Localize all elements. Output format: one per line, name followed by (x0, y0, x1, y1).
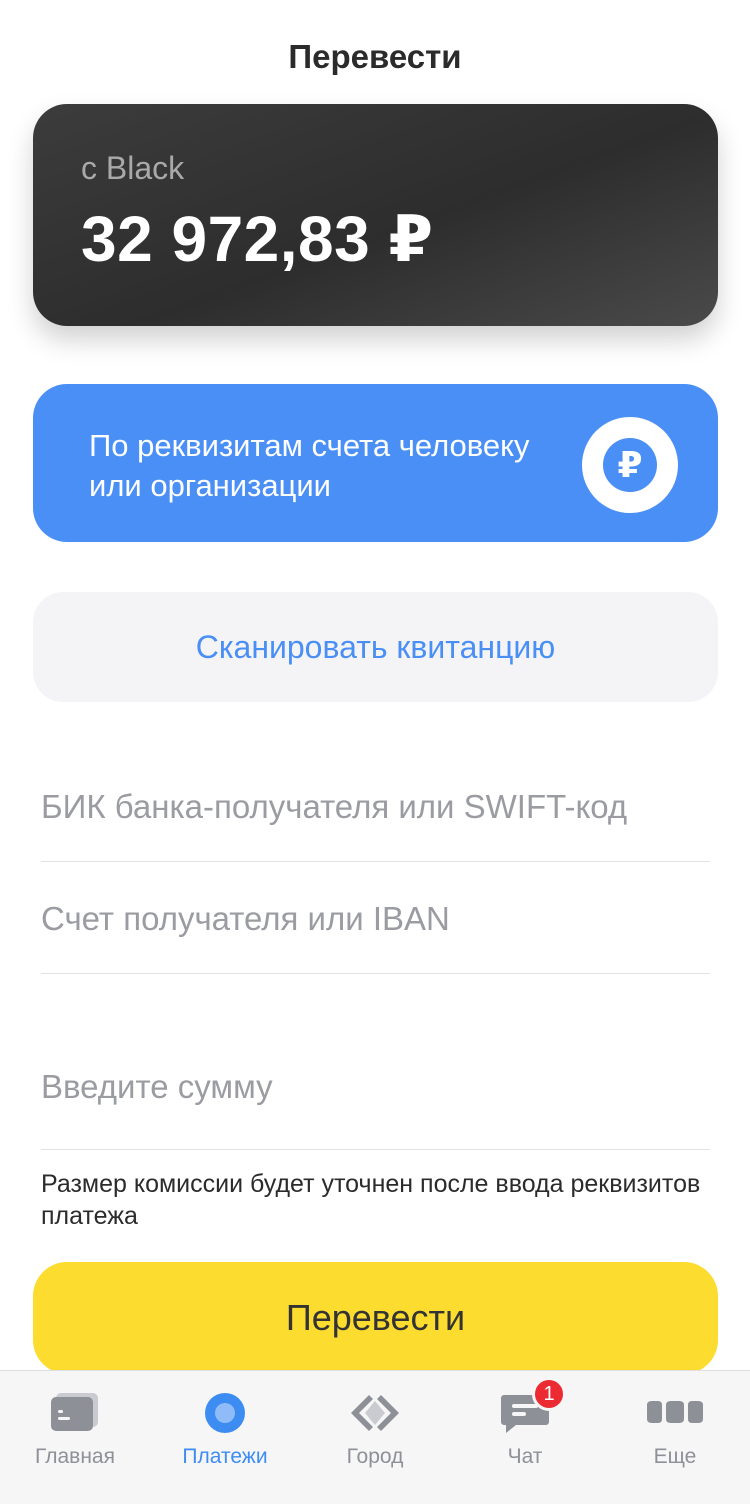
tab-label: Главная (35, 1445, 115, 1468)
tab-more[interactable]: Еще (600, 1371, 750, 1504)
commission-note: Размер комиссии будет уточнен после ввод… (41, 1170, 701, 1230)
city-icon (351, 1395, 399, 1431)
tab-home[interactable]: Главная (0, 1371, 150, 1504)
amount-input[interactable]: Введите сумму (41, 1068, 710, 1106)
tab-chat[interactable]: 1 Чат (450, 1371, 600, 1504)
ruble-icon: ₽ (582, 417, 678, 513)
card-icon (51, 1393, 98, 1431)
account-balance: 32 972,83 ₽ (81, 203, 434, 275)
transfer-button[interactable]: Перевести (33, 1262, 718, 1374)
tab-label: Чат (507, 1445, 543, 1468)
bik-input[interactable]: БИК банка-получателя или SWIFT-код (41, 788, 710, 826)
tab-label: Платежи (182, 1445, 268, 1468)
unread-badge: 1 (532, 1377, 566, 1411)
account-input[interactable]: Счет получателя или IBAN (41, 900, 710, 938)
divider (41, 861, 710, 862)
account-card[interactable]: с Black 32 972,83 ₽ (33, 104, 718, 326)
scan-receipt-button[interactable]: Сканировать квитанцию (33, 592, 718, 702)
account-label: с Black (81, 150, 185, 186)
tab-city[interactable]: Город (300, 1371, 450, 1504)
divider (41, 973, 710, 974)
tab-label: Город (346, 1445, 404, 1468)
requisites-label: По реквизитам счета человеку или организ… (89, 428, 530, 503)
divider (41, 1149, 710, 1150)
requisites-transfer-button[interactable]: По реквизитам счета человеку или организ… (33, 384, 718, 542)
tab-bar: Главная Платежи Город 1 Чат Еще (0, 1370, 750, 1504)
more-icon (647, 1401, 703, 1423)
tab-label: Еще (653, 1445, 697, 1468)
page-title: Перевести (288, 38, 462, 75)
circle-icon (205, 1393, 245, 1433)
tab-payments[interactable]: Платежи (150, 1371, 300, 1504)
